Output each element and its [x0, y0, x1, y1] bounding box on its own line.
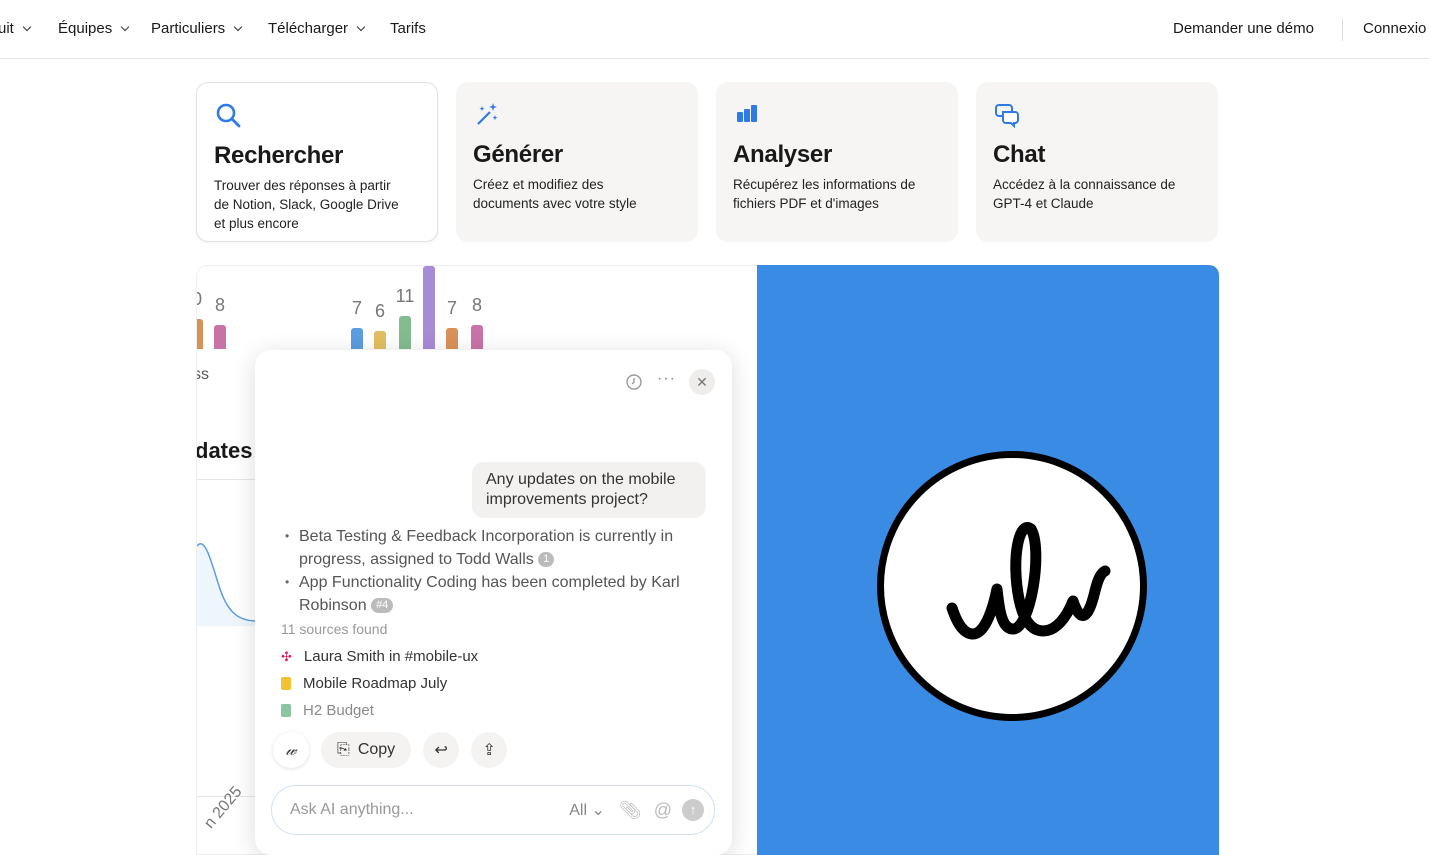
card-desc: Trouver des réponses à partir de Notion,… [214, 178, 399, 231]
nav-label: uit [0, 20, 14, 37]
more-options-icon[interactable]: ··· [657, 370, 676, 388]
request-demo-link[interactable]: Demander une démo [1173, 20, 1314, 37]
card-desc: Récupérez les informations de fichiers P… [733, 177, 916, 211]
bar [351, 328, 363, 349]
attach-icon[interactable]: 📎︎ [619, 800, 642, 821]
answer-item: Beta Testing & Feedback Incorporation is… [285, 525, 715, 571]
feature-card-generate[interactable]: Générer Créez et modifiez des documents … [456, 82, 698, 242]
reply-button[interactable]: ↩ [423, 732, 460, 768]
chevron-down-icon [356, 22, 366, 31]
card-title: Générer [473, 141, 563, 168]
citation-badge[interactable]: #4 [371, 598, 394, 614]
answer-text: Beta Testing & Feedback Incorporation is… [299, 528, 674, 568]
answer-item: App Functionality Coding has been comple… [285, 571, 715, 617]
feature-card-analyze[interactable]: Analyser Récupérez les informations de f… [716, 82, 958, 242]
feature-card-search[interactable]: Rechercher Trouver des réponses à partir… [196, 82, 438, 242]
card-title: Analyser [733, 141, 832, 168]
ask-ai-input[interactable]: Ask AI anything... All ⌄ 📎︎ @ ↑ [271, 785, 715, 835]
input-placeholder: Ask AI anything... [290, 801, 414, 818]
source-label: Mobile Roadmap July [303, 675, 448, 692]
bar [214, 325, 226, 349]
nav-individuals[interactable]: Particuliers [151, 20, 243, 37]
citation-badge[interactable]: 1 [538, 552, 555, 568]
reply-icon: ↩ [434, 742, 448, 759]
bar [423, 266, 435, 349]
bar-label: 6 [374, 301, 385, 321]
nav-product[interactable]: uit [0, 20, 32, 37]
nav-label: Particuliers [151, 20, 226, 37]
top-nav: uit Équipes Particuliers Télécharger Tar… [0, 0, 1429, 59]
divider [1342, 19, 1343, 41]
background-heading: dates [196, 438, 253, 463]
chevron-down-icon [120, 22, 130, 31]
chevron-down-icon [233, 22, 243, 31]
nav-download[interactable]: Télécharger [268, 20, 366, 37]
history-icon[interactable] [625, 373, 643, 391]
copy-button[interactable]: ⎘ Copy [321, 732, 412, 768]
bar [374, 331, 386, 349]
bar [446, 328, 458, 349]
share-button[interactable]: ⇪ [471, 732, 508, 768]
divider [197, 479, 257, 480]
answer-text: App Functionality Coding has been comple… [299, 574, 680, 614]
answer-actions: 𝓌 ⎘ Copy ↩ ⇪ [273, 732, 508, 768]
card-title: Chat [993, 141, 1046, 168]
bar-label: 7 [446, 298, 457, 318]
bar [471, 325, 483, 349]
ai-logo-button[interactable]: 𝓌 [273, 732, 309, 768]
source-item[interactable]: ✣ Laura Smith in #mobile-ux [281, 648, 478, 665]
feature-card-chat[interactable]: Chat Accédez à la connaissance de GPT-4 … [976, 82, 1218, 242]
source-item[interactable]: H2 Budget [281, 702, 374, 719]
chevron-down-icon [22, 22, 32, 31]
nav-label: Télécharger [268, 20, 349, 37]
chat-icon [995, 104, 1019, 129]
ai-answer: Beta Testing & Feedback Incorporation is… [285, 525, 715, 617]
nav-label: Équipes [58, 20, 113, 37]
background-text: ss [197, 366, 209, 383]
line-chart-fragment [197, 543, 257, 626]
search-icon [216, 103, 241, 128]
source-item[interactable]: Mobile Roadmap July [281, 675, 447, 692]
source-label: Laura Smith in #mobile-ux [303, 648, 479, 665]
scope-label: All [569, 802, 587, 819]
sources-count: 11 sources found [281, 621, 388, 637]
card-desc: Créez et modifiez des documents avec vot… [473, 177, 637, 211]
signature-logo-icon [946, 521, 1111, 640]
copy-label: Copy [357, 741, 396, 758]
nav-teams[interactable]: Équipes [58, 20, 130, 37]
card-desc: Accédez à la connaissance de GPT-4 et Cl… [993, 177, 1176, 211]
close-icon[interactable]: ✕ [689, 369, 715, 395]
share-icon: ⇪ [482, 742, 496, 759]
slack-icon: ✣ [281, 648, 292, 664]
user-message: Any updates on the mobile improvements p… [472, 462, 706, 518]
nav-label: Tarifs [390, 20, 426, 37]
source-label: H2 Budget [303, 702, 374, 719]
sheet-icon [281, 704, 291, 717]
mention-icon[interactable]: @ [654, 800, 672, 821]
bar-label: 11 [395, 286, 415, 306]
copy-icon: ⎘ [337, 741, 350, 758]
sparkles-icon [477, 103, 498, 125]
bar [197, 319, 203, 349]
doc-icon [281, 677, 291, 690]
bar-label: 8 [471, 295, 482, 315]
bar [399, 316, 411, 349]
logo [877, 451, 1147, 721]
bar-label: 8 [214, 295, 225, 315]
send-icon[interactable]: ↑ [682, 799, 704, 821]
nav-pricing[interactable]: Tarifs [390, 20, 426, 37]
axis-label: n 2025 [201, 783, 246, 832]
login-link[interactable]: Connexio [1363, 20, 1426, 37]
scope-dropdown[interactable]: All ⌄ [569, 800, 605, 820]
bar-chart-icon [737, 105, 757, 122]
card-title: Rechercher [214, 142, 344, 169]
ai-chat-popup: ··· ✕ Any updates on the mobile improvem… [255, 350, 732, 855]
bar-label: 7 [351, 298, 362, 318]
